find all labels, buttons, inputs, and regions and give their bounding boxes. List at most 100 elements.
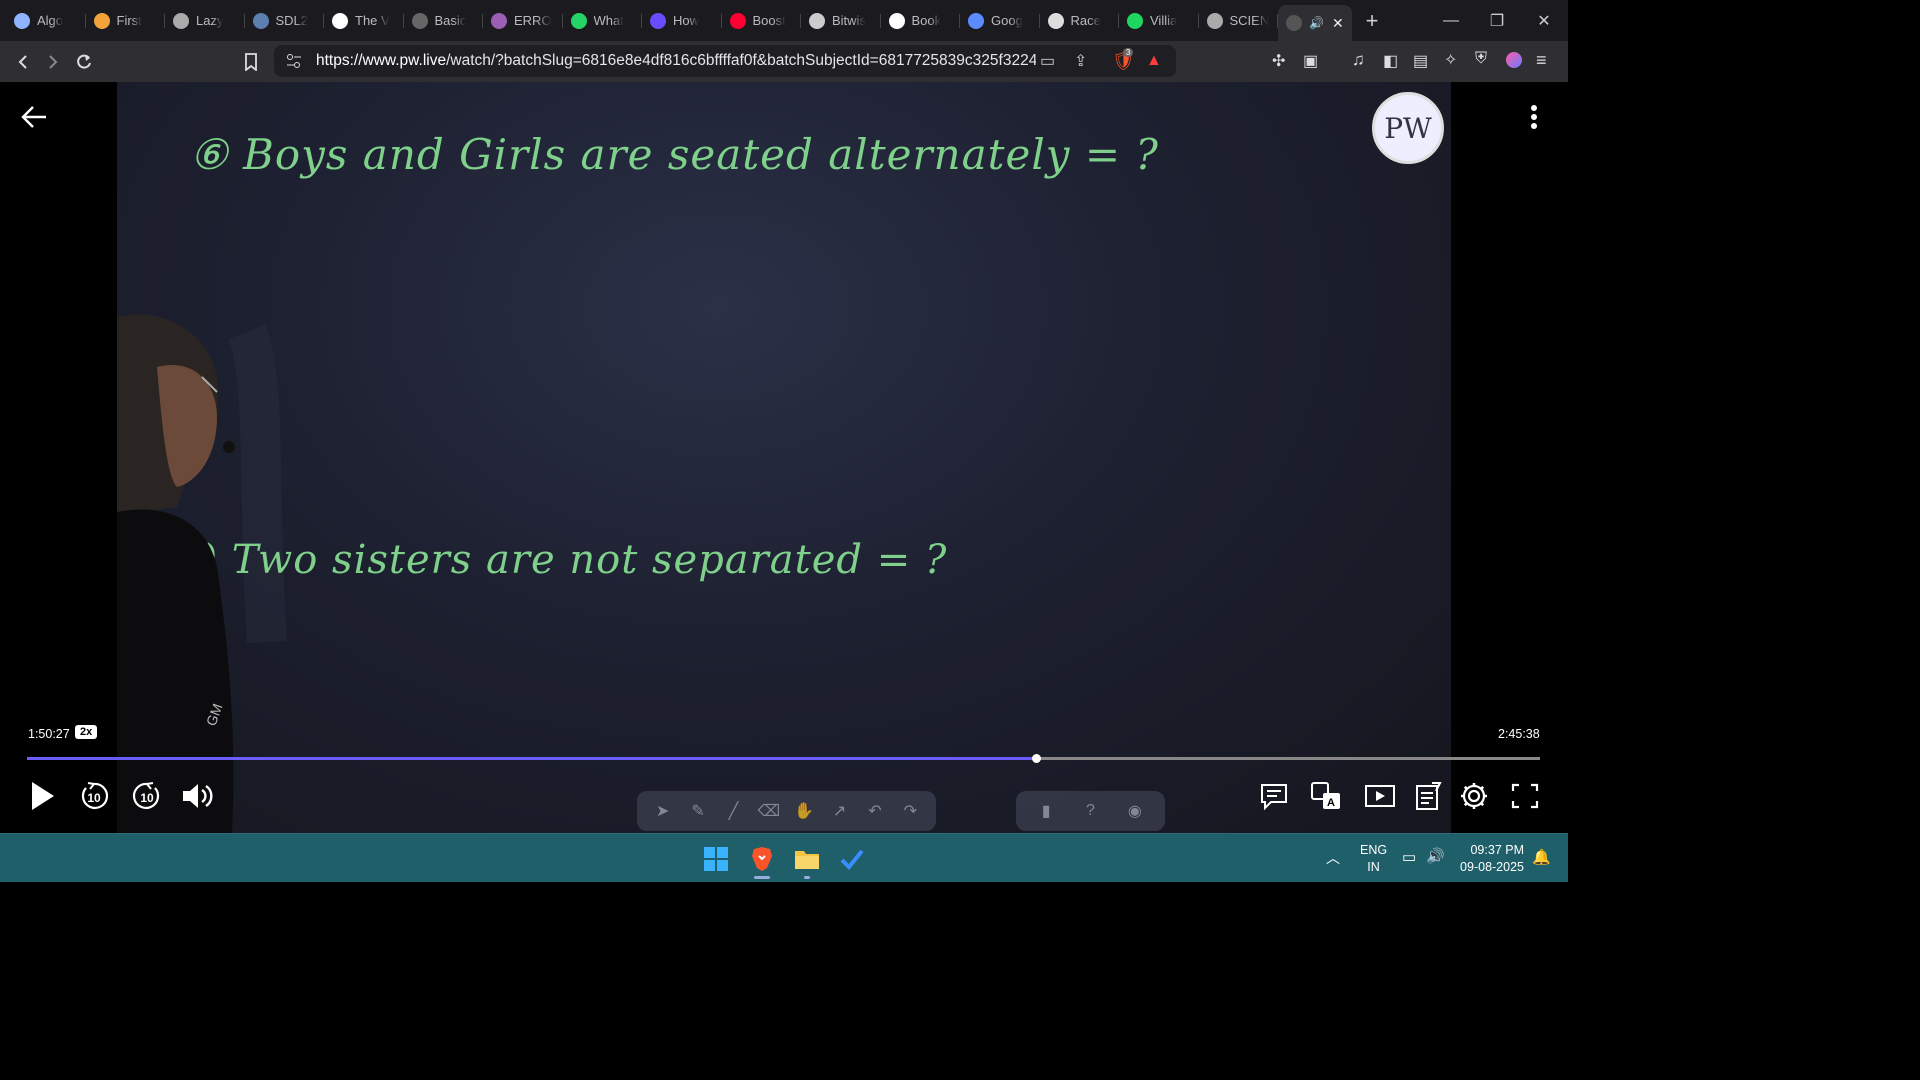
gemini-icon [968, 12, 984, 29]
back-arrow-icon[interactable] [20, 102, 50, 132]
forward-10-button[interactable]: 10 [129, 778, 165, 814]
close-window-button[interactable]: ✕ [1521, 0, 1567, 41]
site-settings-icon[interactable] [286, 53, 302, 69]
translate-button[interactable]: A [1308, 778, 1344, 814]
chat-button[interactable] [1256, 778, 1292, 814]
total-duration: 2:45:38 [1498, 727, 1540, 741]
reload-button[interactable] [69, 47, 99, 77]
rewind-10-button[interactable]: 10 [76, 778, 112, 814]
tab-8[interactable]: How [642, 5, 722, 37]
bookmark-button[interactable] [236, 47, 266, 77]
settings-button[interactable] [1456, 778, 1492, 814]
back-button[interactable] [8, 47, 38, 77]
tab-10[interactable]: Bitwis [801, 5, 881, 37]
minimize-button[interactable]: — [1428, 0, 1474, 41]
leo-ai-icon[interactable]: ✧ [1444, 50, 1457, 70]
seek-bar[interactable] [27, 754, 1540, 763]
play-icon [32, 782, 54, 810]
wallet-icon[interactable]: ▤ [1413, 51, 1428, 71]
tab-label: Book [911, 13, 942, 28]
tab-label: How [673, 13, 700, 28]
reader-icon[interactable]: ▣ [1303, 51, 1318, 71]
spotify-icon [1127, 12, 1143, 29]
tab-7[interactable]: What [563, 5, 643, 37]
tab-1[interactable]: First [86, 5, 166, 37]
url-path: /watch/?batchSlug=6816e8e4df816c6bffffaf… [446, 52, 1036, 69]
checkmark-icon [840, 849, 864, 870]
tab-14[interactable]: Villia [1119, 5, 1199, 37]
tab-2[interactable]: Lazy [165, 5, 245, 37]
play-button[interactable] [24, 778, 60, 814]
tab-label: What [593, 13, 624, 28]
forward-button[interactable] [38, 47, 68, 77]
tab-label: The V [355, 13, 390, 28]
forward-seconds: 10 [140, 791, 154, 805]
mini-player-button[interactable] [1362, 778, 1398, 814]
chevron-left-icon [18, 54, 27, 69]
playback-speed-badge[interactable]: 2x [75, 725, 98, 739]
notification-bell-icon[interactable]: 🔔 [1532, 848, 1551, 866]
tab-5[interactable]: Basic [404, 5, 484, 37]
volume-button[interactable] [180, 778, 216, 814]
instructor-figure: GM [117, 314, 235, 833]
tab-11[interactable]: Book [881, 5, 961, 37]
new-tab-button[interactable]: + [1352, 8, 1392, 34]
system-clock[interactable]: 09:37 PM 09-08-2025 [1458, 842, 1524, 876]
tab-4[interactable]: The V [324, 5, 404, 37]
cast-icon[interactable]: ▭ [1040, 51, 1055, 71]
browser-tab-strip: Algo First Lazy SDL2 The V Basic ERRO What How Bo… [0, 0, 1568, 41]
taskbar-file-explorer[interactable] [794, 846, 820, 879]
region-code: IN [1367, 860, 1380, 874]
seek-bar-handle[interactable] [1031, 754, 1041, 763]
volume-tray-icon[interactable]: 🔊 [1426, 847, 1445, 865]
how-icon [650, 12, 666, 29]
question-7-text: 7) Two sisters are not separated = ? [175, 537, 948, 583]
url-text[interactable]: https://www.pw.live/watch/?batchSlug=681… [316, 52, 1036, 70]
tab-9[interactable]: Boost [722, 5, 802, 37]
video-player[interactable]: ⑥ Boys and Girls are seated alternately … [0, 82, 1568, 833]
tab-label: Boost [752, 13, 786, 28]
erro-icon [491, 12, 507, 29]
bitwise-icon [809, 12, 825, 29]
fullscreen-button[interactable] [1507, 778, 1543, 814]
menu-icon[interactable]: ≡ [1536, 50, 1547, 71]
vpn-icon[interactable]: ⛨ [1475, 50, 1487, 68]
restore-button[interactable]: ❐ [1474, 0, 1520, 41]
share-icon[interactable]: ⇪ [1074, 51, 1087, 71]
extensions-icon[interactable]: ✣ [1272, 51, 1285, 71]
taskbar-brave[interactable] [749, 846, 775, 879]
network-icon[interactable]: ▭ [1402, 848, 1416, 866]
w3-icon [332, 12, 348, 29]
tab-15[interactable]: SCIEN [1199, 5, 1279, 37]
tab-13[interactable]: Race [1040, 5, 1120, 37]
seek-bar-progress [27, 757, 1036, 760]
brave-icon [752, 847, 772, 871]
brave-rewards-icon[interactable]: ▲ [1146, 52, 1162, 70]
tab-6[interactable]: ERRO [483, 5, 563, 37]
tab-label: Bitwis [832, 13, 866, 28]
tab-0[interactable]: Algo [6, 5, 86, 37]
tab-active-pw[interactable]: 🔊 ✕ [1278, 5, 1352, 41]
more-options-icon[interactable] [1522, 102, 1546, 132]
tab-label: SCIEN [1229, 13, 1270, 28]
url-host: https://www.pw.live [316, 52, 447, 69]
notes-button[interactable] [1410, 778, 1446, 814]
chevron-up-icon[interactable]: ︿ [1326, 848, 1340, 868]
tab-3[interactable]: SDL2 [245, 5, 325, 37]
language-indicator[interactable]: ENG IN [1360, 842, 1387, 876]
taskbar-todo[interactable] [839, 846, 865, 872]
browser-toolbar: https://www.pw.live/watch/?batchSlug=681… [0, 41, 1568, 82]
profile-avatar[interactable] [1506, 52, 1522, 68]
media-icon[interactable]: ♫ [1352, 50, 1365, 70]
tab-12[interactable]: Goog [960, 5, 1040, 37]
mini-player-icon [1365, 785, 1395, 807]
tab-label: Algo [37, 13, 64, 28]
sidebar-icon[interactable]: ◧ [1383, 51, 1398, 71]
close-tab-icon[interactable]: ✕ [1332, 15, 1344, 32]
poll-tool-icon: ▮ [1041, 803, 1051, 820]
start-button[interactable] [703, 846, 729, 872]
google-icon [888, 12, 905, 29]
address-bar[interactable]: https://www.pw.live/watch/?batchSlug=681… [274, 45, 1176, 77]
speaker-icon[interactable]: 🔊 [1309, 16, 1324, 30]
windows-logo-icon [704, 847, 728, 871]
